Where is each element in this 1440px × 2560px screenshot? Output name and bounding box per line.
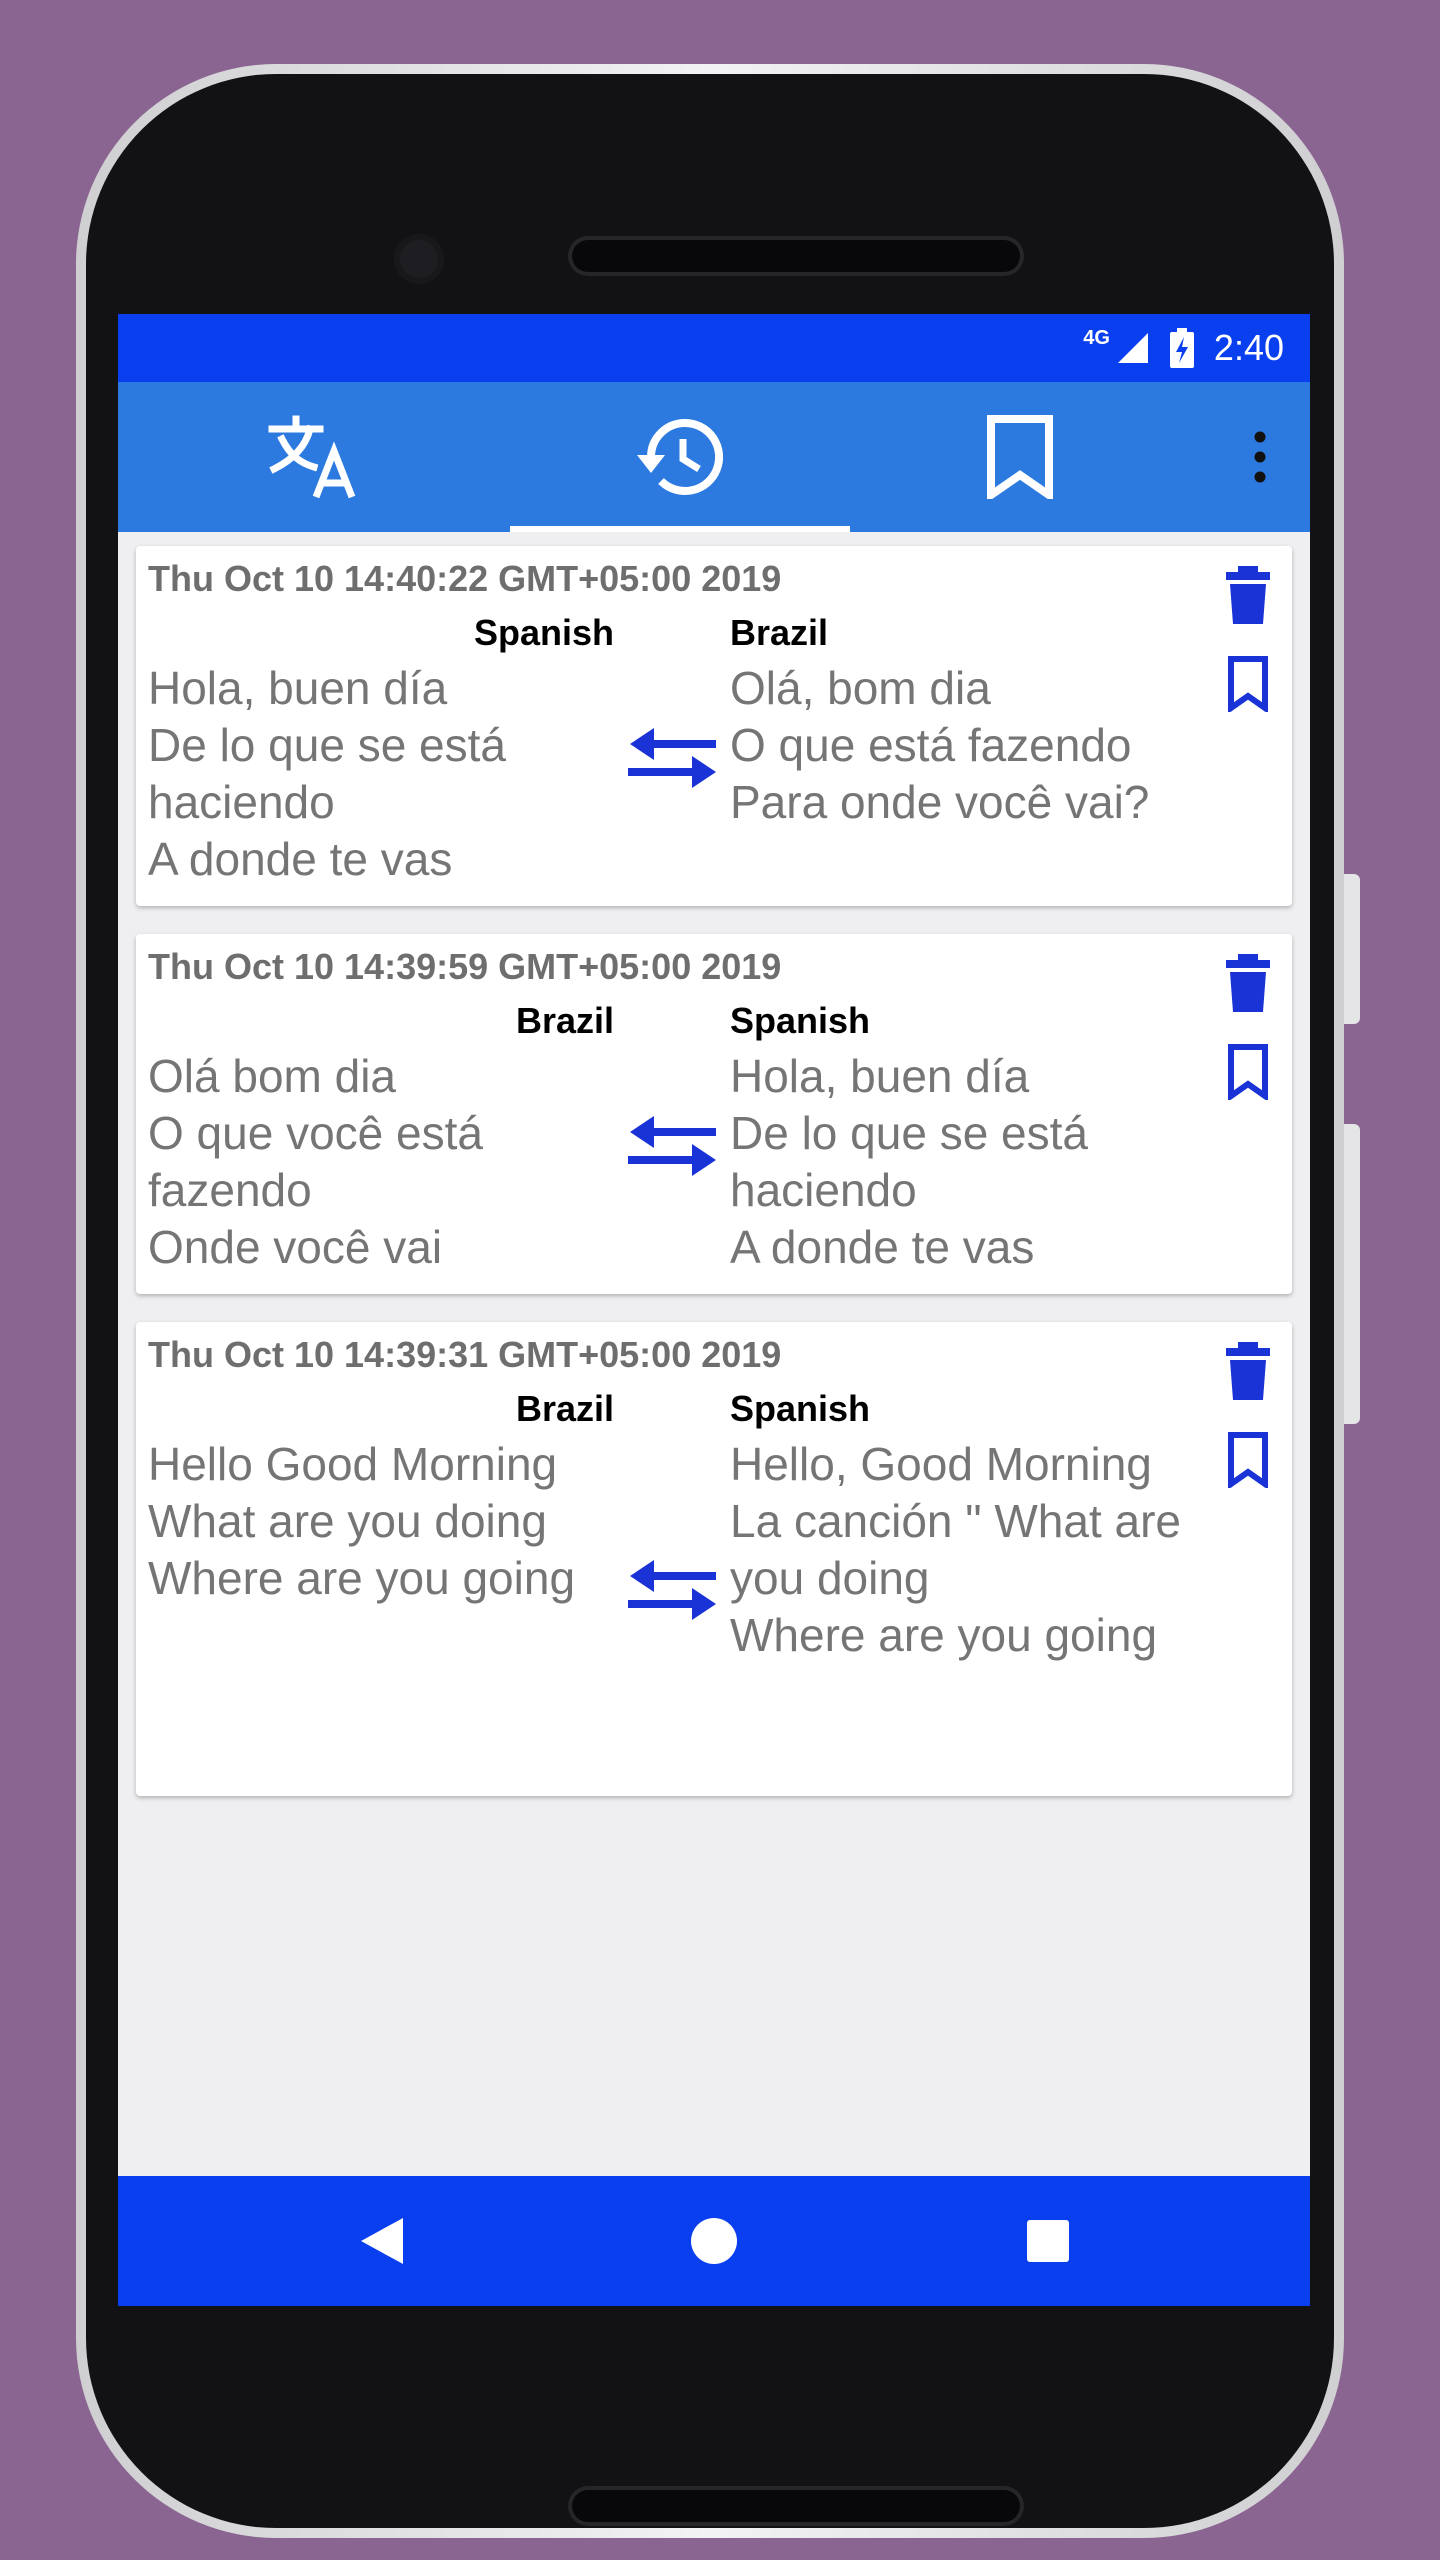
volume-button xyxy=(1344,874,1360,1024)
translate-icon xyxy=(268,415,356,499)
back-triangle-icon xyxy=(361,2218,403,2264)
target-text: Hello, Good Morning La canción " What ar… xyxy=(730,1438,1182,1661)
status-bar: 4G 2:40 xyxy=(118,314,1310,382)
source-language: Brazil xyxy=(515,1388,614,1429)
history-timestamp: Thu Oct 10 14:40:22 GMT+05:00 2019 xyxy=(148,558,782,599)
overflow-menu-button[interactable] xyxy=(1220,382,1300,532)
bookmark-toggle-icon[interactable] xyxy=(1226,656,1270,712)
status-time: 2:40 xyxy=(1213,327,1284,368)
history-card[interactable]: Thu Oct 10 14:39:59 GMT+05:00 2019 Brazi… xyxy=(136,934,1292,1294)
delete-icon[interactable] xyxy=(1224,1342,1272,1400)
swap-arrows-icon xyxy=(628,1116,716,1176)
top-speaker xyxy=(568,236,1024,276)
bookmark-icon xyxy=(987,415,1053,499)
home-circle-icon xyxy=(691,2218,737,2264)
history-timestamp: Thu Oct 10 14:39:31 GMT+05:00 2019 xyxy=(148,1334,782,1375)
tab-indicator xyxy=(510,526,850,532)
source-language: Spanish xyxy=(473,612,614,653)
target-text: Olá, bom dia O que está fazendo Para ond… xyxy=(730,662,1150,828)
tab-history[interactable] xyxy=(510,382,850,532)
front-camera xyxy=(394,234,444,284)
nav-recents-button[interactable] xyxy=(988,2176,1108,2306)
battery-charging-icon xyxy=(1169,328,1194,368)
history-timestamp: Thu Oct 10 14:39:59 GMT+05:00 2019 xyxy=(148,946,782,987)
target-text: Hola, buen día De lo que se está haciend… xyxy=(730,1050,1089,1273)
nav-home-button[interactable] xyxy=(654,2176,774,2306)
swap-arrows-icon xyxy=(628,728,716,788)
history-icon xyxy=(637,418,724,495)
network-type: 4G xyxy=(1083,326,1110,349)
more-vert-icon xyxy=(1254,431,1266,483)
source-text: Hola, buen día De lo que se está haciend… xyxy=(148,662,507,885)
target-language: Spanish xyxy=(730,1000,871,1041)
nav-back-button[interactable] xyxy=(322,2176,442,2306)
recents-square-icon xyxy=(1027,2220,1069,2262)
screen: 4G 2:40 Thu Oct 10 14:40:22 GMT+05:00 20… xyxy=(118,314,1310,2306)
source-language: Brazil xyxy=(515,1000,614,1041)
target-language: Brazil xyxy=(730,612,829,653)
tab-translate[interactable] xyxy=(118,382,510,532)
delete-icon[interactable] xyxy=(1224,954,1272,1012)
history-card[interactable]: Thu Oct 10 14:39:31 GMT+05:00 2019 Brazi… xyxy=(136,1322,1292,1796)
system-nav-bar xyxy=(118,2176,1310,2306)
source-text: Hello Good Morning What are you doing Wh… xyxy=(148,1438,576,1604)
power-button xyxy=(1344,1124,1360,1424)
target-language: Spanish xyxy=(730,1388,871,1429)
bottom-speaker xyxy=(568,2486,1024,2526)
history-card[interactable]: Thu Oct 10 14:40:22 GMT+05:00 2019 Spani… xyxy=(136,546,1292,906)
delete-icon[interactable] xyxy=(1224,566,1272,624)
swap-arrows-icon xyxy=(628,1560,716,1620)
app-bar xyxy=(118,382,1310,532)
signal-icon xyxy=(1117,333,1148,363)
source-text: Olá bom dia O que você está fazendo Onde… xyxy=(148,1050,483,1273)
tab-bookmarks[interactable] xyxy=(850,382,1190,532)
bookmark-toggle-icon[interactable] xyxy=(1226,1044,1270,1100)
bookmark-toggle-icon[interactable] xyxy=(1226,1432,1270,1488)
